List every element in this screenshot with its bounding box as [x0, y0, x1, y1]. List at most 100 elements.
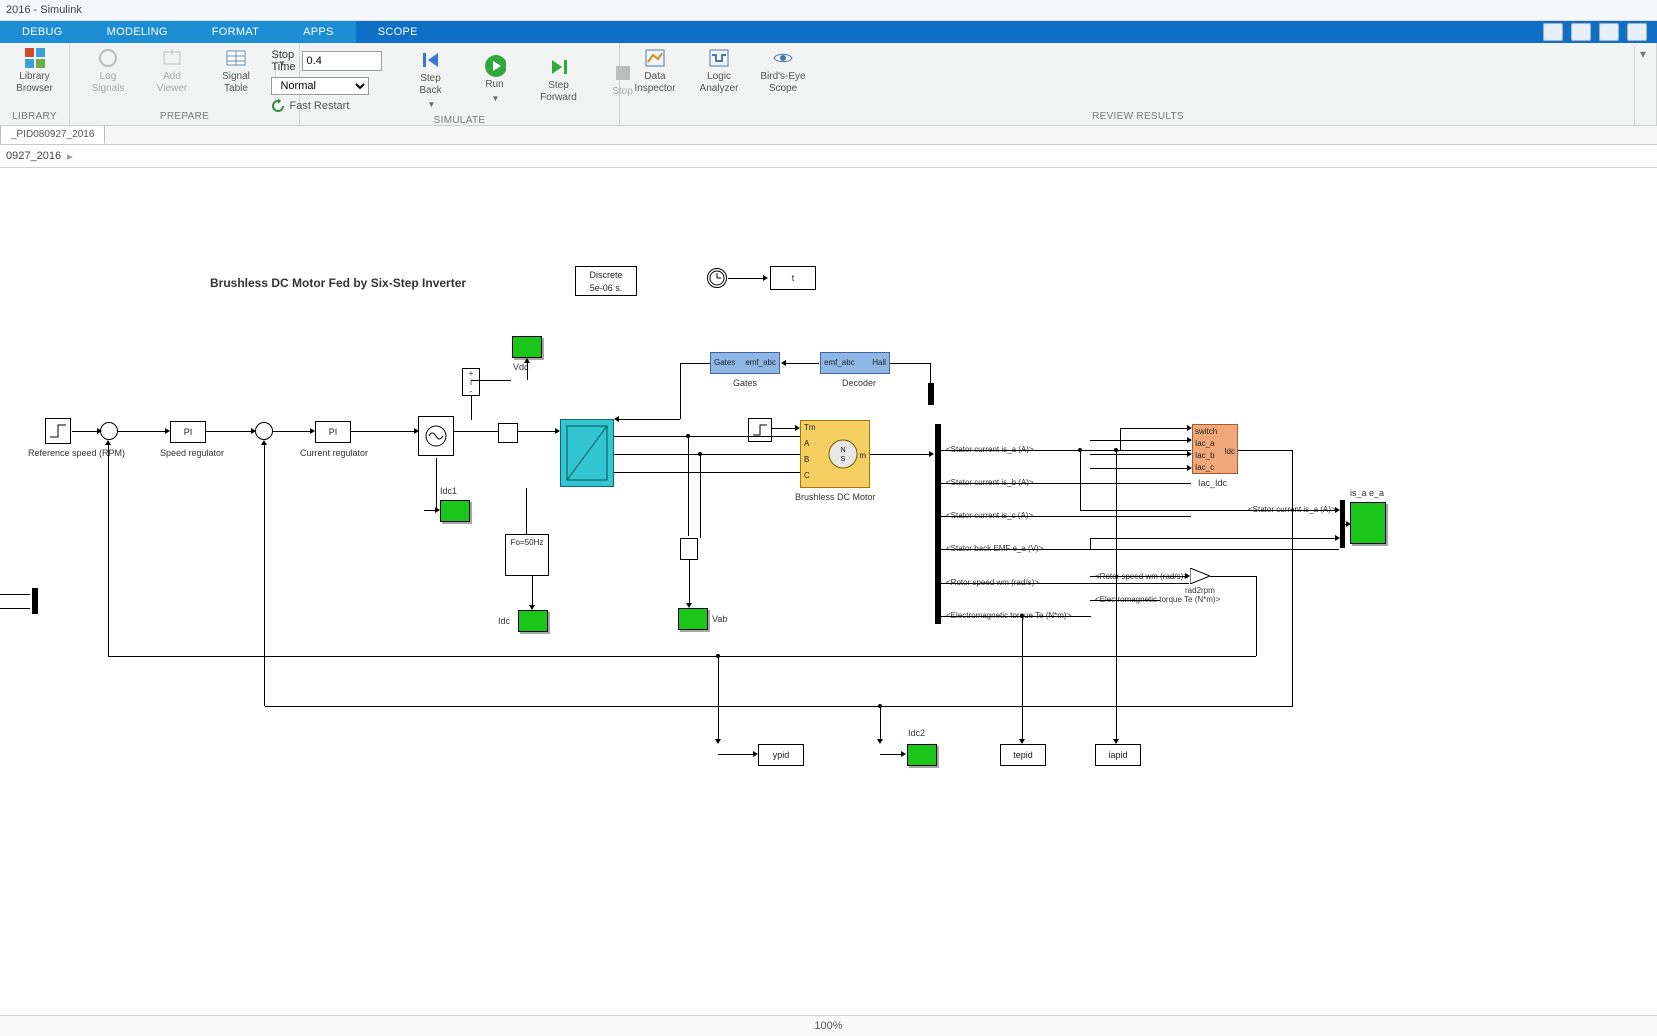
document-tabs: _PID080927_2016: [0, 126, 1657, 145]
scope-vab[interactable]: [678, 608, 708, 630]
pi-current-block[interactable]: PI: [315, 421, 351, 443]
wire: [614, 436, 800, 437]
out-tepid[interactable]: tepid: [1000, 744, 1046, 766]
clock-block[interactable]: [707, 268, 727, 288]
filter-block[interactable]: Fo=50Hz: [505, 534, 549, 576]
ribbon: Library Browser LIBRARY Log Signals Add …: [0, 43, 1657, 126]
wire: [1090, 538, 1091, 549]
ribbon-expand-button[interactable]: ▾: [1634, 47, 1651, 125]
sim-mode-select[interactable]: Normal: [271, 77, 369, 95]
gates-block[interactable]: Gates emf_abc: [710, 352, 780, 374]
undo-icon[interactable]: [1571, 23, 1591, 41]
wire: [265, 706, 1293, 707]
label-idc2: Idc2: [908, 728, 925, 738]
zoom-level[interactable]: 100%: [814, 1020, 842, 1032]
signal-table-button[interactable]: Signal Table: [211, 47, 261, 95]
wire: [532, 576, 533, 608]
voltage-measure-block[interactable]: [680, 538, 698, 560]
data-inspector-button[interactable]: Data Inspector: [630, 47, 680, 95]
wire: [880, 706, 881, 742]
titlebar: 2016 - Simulink: [0, 0, 1657, 21]
gain-rad2rpm[interactable]: [1190, 568, 1210, 584]
label-curreg: Current regulator: [300, 448, 360, 458]
node: [1020, 614, 1024, 618]
wire: [108, 442, 109, 656]
tab-apps[interactable]: APPS: [281, 21, 356, 43]
wire: [941, 483, 1191, 484]
label-gates: Gates: [733, 378, 757, 388]
run-button[interactable]: Run▼: [470, 55, 520, 105]
wire: [689, 560, 690, 606]
powergui-block[interactable]: Discrete 5e-06 s.: [575, 266, 637, 296]
label-speedreg: Speed regulator: [160, 448, 220, 458]
step-forward-button[interactable]: Step Forward: [534, 56, 584, 104]
wire: [1292, 450, 1293, 706]
wire: [1090, 600, 1160, 601]
node: [686, 434, 690, 438]
add-viewer-icon: [161, 47, 183, 69]
scope-idc1[interactable]: [440, 500, 470, 522]
signal-table-label: Signal Table: [222, 71, 250, 95]
add-viewer-button[interactable]: Add Viewer: [147, 47, 197, 95]
inverter-block[interactable]: [560, 419, 614, 487]
out-iapid[interactable]: iapid: [1095, 744, 1141, 766]
ribbon-group-simulate: Stop Time Normal Fast Restart Step Back▼…: [300, 43, 620, 125]
step-back-label: Step Back: [419, 73, 441, 97]
label-vab: Vab: [712, 614, 727, 624]
ribbon-group-prepare: Log Signals Add Viewer Signal Table ▼ PR…: [70, 43, 300, 125]
log-signals-button[interactable]: Log Signals: [83, 47, 133, 95]
wire: [273, 431, 313, 432]
redo-icon[interactable]: [1599, 23, 1619, 41]
label-refspeed: Reference speed (RPM): [28, 448, 98, 458]
product-block[interactable]: [498, 423, 518, 443]
step-forward-label: Step Forward: [540, 80, 577, 104]
step-refspeed-block[interactable]: [45, 418, 71, 444]
help-icon[interactable]: [1627, 23, 1647, 41]
stoptime-input[interactable]: [302, 51, 382, 71]
breadcrumb-item[interactable]: 0927_2016: [6, 150, 61, 162]
tab-format[interactable]: FORMAT: [190, 21, 281, 43]
wire: [680, 363, 710, 364]
label-iacidc: Iac_Idc: [1198, 478, 1227, 488]
out-ypid[interactable]: ypid: [758, 744, 804, 766]
wire: [1292, 450, 1293, 460]
model-title: Brushless DC Motor Fed by Six-Step Inver…: [210, 276, 466, 290]
model-canvas[interactable]: Brushless DC Motor Fed by Six-Step Inver…: [0, 168, 1657, 1028]
decoder-port-in: emf_abc: [824, 358, 855, 367]
iacidc-port-b: Iac_b: [1195, 451, 1215, 460]
wire: [1090, 454, 1190, 455]
wire: [454, 431, 498, 432]
scope-isaea[interactable]: [1350, 502, 1386, 544]
step-back-button[interactable]: Step Back▼: [406, 49, 456, 111]
document-tab[interactable]: _PID080927_2016: [0, 125, 105, 144]
birdseye-scope-button[interactable]: Bird's-Eye Scope: [758, 47, 808, 95]
label-bldc: Brushless DC Motor: [795, 492, 876, 502]
iacidc-port-out: Idc: [1224, 447, 1235, 456]
bldc-motor-block[interactable]: Tm A B C m NS: [800, 420, 870, 488]
wire: [471, 380, 511, 381]
run-icon: [484, 55, 506, 77]
step-forward-icon: [548, 56, 570, 78]
controlled-source-block[interactable]: [418, 416, 454, 456]
mux-hall[interactable]: [928, 383, 934, 405]
pi-speed-block[interactable]: PI: [170, 421, 206, 443]
tab-scope[interactable]: SCOPE: [356, 21, 440, 43]
library-browser-button[interactable]: Library Browser: [10, 47, 60, 95]
scope-idc2[interactable]: [907, 744, 937, 766]
wire: [616, 419, 680, 420]
tab-modeling[interactable]: MODELING: [85, 21, 190, 43]
iac-idc-block[interactable]: switch Iac_a Iac_b Iac_c Idc: [1192, 424, 1238, 474]
wire: [118, 431, 168, 432]
tab-debug[interactable]: DEBUG: [0, 21, 85, 43]
fast-restart-button[interactable]: Fast Restart: [271, 99, 381, 113]
mux-left[interactable]: [32, 588, 38, 614]
save-icon[interactable]: [1543, 23, 1563, 41]
wire: [1210, 576, 1256, 577]
decoder-block[interactable]: emf_abc Hall: [820, 352, 890, 374]
stoptime-label: Stop Time: [271, 49, 295, 73]
scope-idc[interactable]: [518, 610, 548, 632]
step-tm-block[interactable]: [748, 418, 772, 442]
logic-analyzer-button[interactable]: Logic Analyzer: [694, 47, 744, 95]
to-workspace-t[interactable]: t: [770, 266, 816, 290]
current-measure-block[interactable]: +i-: [462, 368, 480, 396]
